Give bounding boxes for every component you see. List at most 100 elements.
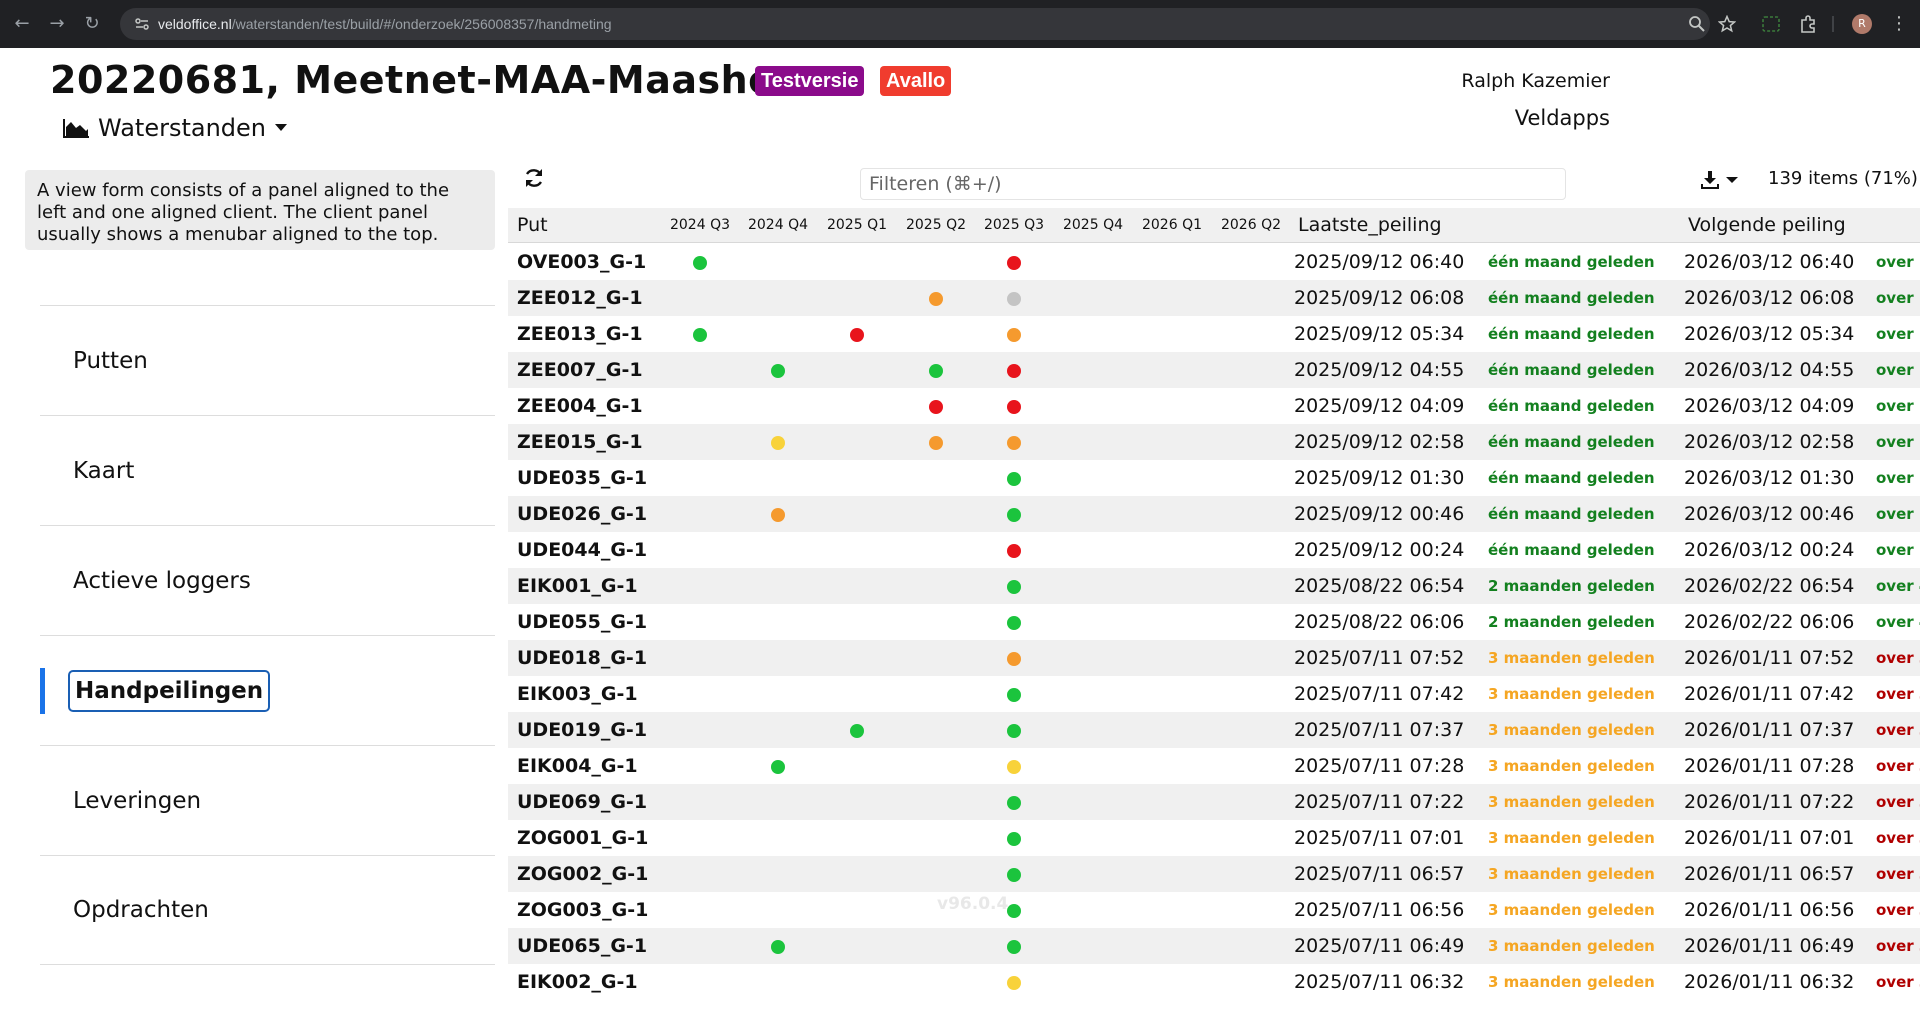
put-id-cell[interactable]: EIK003_G-1 (517, 676, 638, 712)
status-dot-green[interactable] (693, 256, 707, 270)
bookmark-star-icon[interactable] (1718, 15, 1736, 33)
table-row[interactable]: UDE026_G-1 2025/09/12 00:46 één maand gele… (508, 496, 1920, 532)
table-row[interactable]: EIK001_G-1 2025/08/22 06:54 2 maanden gele… (508, 568, 1920, 604)
column-header-put[interactable]: Put (517, 208, 548, 243)
extension-panel-icon[interactable] (1760, 13, 1782, 35)
table-row[interactable]: UDE018_G-1 2025/07/11 07:52 3 maanden gele… (508, 640, 1920, 676)
table-row[interactable]: UDE035_G-1 2025/09/12 01:30 één maand gele… (508, 460, 1920, 496)
column-header-quarter[interactable]: 2024 Q4 (740, 208, 816, 243)
module-dropdown[interactable]: Waterstanden (62, 112, 288, 144)
sidebar-item-leveringen[interactable]: Leveringen (40, 745, 495, 855)
address-bar[interactable]: veldoffice.nl/waterstanden/test/build/#/… (120, 8, 1736, 40)
status-dot-green[interactable] (1007, 508, 1021, 522)
put-id-cell[interactable]: ZEE004_G-1 (517, 388, 643, 424)
status-dot-yellow[interactable] (771, 436, 785, 450)
browser-menu-icon[interactable]: ⋮ (1890, 12, 1908, 36)
status-dot-green[interactable] (771, 760, 785, 774)
sidebar-item-kaart[interactable]: Kaart (40, 415, 495, 525)
table-row[interactable]: ZEE015_G-1 2025/09/12 02:58 één maand gele… (508, 424, 1920, 460)
status-dot-green[interactable] (771, 940, 785, 954)
put-id-cell[interactable]: ZEE007_G-1 (517, 352, 643, 388)
status-dot-green[interactable] (1007, 580, 1021, 594)
status-dot-green[interactable] (771, 364, 785, 378)
table-row[interactable]: ZOG001_G-1 2025/07/11 07:01 3 maanden gele… (508, 820, 1920, 856)
put-id-cell[interactable]: ZOG002_G-1 (517, 856, 648, 892)
status-dot-green[interactable] (1007, 724, 1021, 738)
put-id-cell[interactable]: UDE055_G-1 (517, 604, 647, 640)
column-header-quarter[interactable]: 2024 Q3 (662, 208, 738, 243)
status-dot-green[interactable] (1007, 832, 1021, 846)
status-dot-orange[interactable] (771, 508, 785, 522)
forward-icon[interactable]: → (45, 12, 69, 36)
extensions-puzzle-icon[interactable] (1797, 13, 1819, 35)
put-id-cell[interactable]: UDE035_G-1 (517, 460, 647, 496)
table-row[interactable]: UDE055_G-1 2025/08/22 06:06 2 maanden gele… (508, 604, 1920, 640)
put-id-cell[interactable]: ZEE015_G-1 (517, 424, 643, 460)
reload-icon[interactable]: ↻ (80, 12, 104, 36)
put-id-cell[interactable]: UDE019_G-1 (517, 712, 647, 748)
column-header-quarter[interactable]: 2025 Q4 (1055, 208, 1131, 243)
table-row[interactable]: EIK002_G-1 2025/07/11 06:32 3 maanden gele… (508, 964, 1920, 1000)
status-dot-red[interactable] (850, 328, 864, 342)
put-id-cell[interactable]: UDE069_G-1 (517, 784, 647, 820)
table-row[interactable]: UDE065_G-1 2025/07/11 06:49 3 maanden gele… (508, 928, 1920, 964)
profile-avatar[interactable]: R (1852, 14, 1872, 34)
put-id-cell[interactable]: UDE065_G-1 (517, 928, 647, 964)
table-row[interactable]: ZEE013_G-1 2025/09/12 05:34 één maand gele… (508, 316, 1920, 352)
zoom-icon[interactable] (1688, 15, 1706, 33)
company-name[interactable]: Veldapps (1515, 106, 1610, 130)
put-id-cell[interactable]: ZEE012_G-1 (517, 280, 643, 316)
column-header-quarter[interactable]: 2025 Q2 (898, 208, 974, 243)
sidebar-item-handpeilingen[interactable]: Handpeilingen (40, 635, 495, 745)
status-dot-red[interactable] (1007, 256, 1021, 270)
table-row[interactable]: UDE044_G-1 2025/09/12 00:24 één maand gele… (508, 532, 1920, 568)
status-dot-green[interactable] (1007, 904, 1021, 918)
table-row[interactable]: ZEE007_G-1 2025/09/12 04:55 één maand gele… (508, 352, 1920, 388)
column-header-last-reading[interactable]: Laatste_peiling (1298, 208, 1442, 243)
status-dot-red[interactable] (1007, 364, 1021, 378)
table-row[interactable]: ZEE004_G-1 2025/09/12 04:09 één maand gele… (508, 388, 1920, 424)
table-row[interactable]: EIK004_G-1 2025/07/11 07:28 3 maanden gele… (508, 748, 1920, 784)
table-row[interactable]: UDE019_G-1 2025/07/11 07:37 3 maanden gele… (508, 712, 1920, 748)
table-row[interactable]: EIK003_G-1 2025/07/11 07:42 3 maanden gele… (508, 676, 1920, 712)
status-dot-orange[interactable] (1007, 652, 1021, 666)
url-text[interactable]: veldoffice.nl/waterstanden/test/build/#/… (158, 8, 612, 40)
table-row[interactable]: ZOG002_G-1 2025/07/11 06:57 3 maanden gele… (508, 856, 1920, 892)
back-icon[interactable]: ← (10, 12, 34, 36)
put-id-cell[interactable]: UDE018_G-1 (517, 640, 647, 676)
put-id-cell[interactable]: EIK001_G-1 (517, 568, 638, 604)
sidebar-item-actieve-loggers[interactable]: Actieve loggers (40, 525, 495, 635)
status-dot-yellow[interactable] (1007, 760, 1021, 774)
download-button[interactable] (1700, 167, 1746, 193)
status-dot-green[interactable] (1007, 868, 1021, 882)
status-dot-green[interactable] (1007, 688, 1021, 702)
put-id-cell[interactable]: EIK002_G-1 (517, 964, 638, 1000)
status-dot-green[interactable] (1007, 940, 1021, 954)
site-settings-icon[interactable] (134, 16, 150, 32)
status-dot-red[interactable] (1007, 400, 1021, 414)
user-name[interactable]: Ralph Kazemier (1461, 70, 1610, 92)
put-id-cell[interactable]: ZOG003_G-1 (517, 892, 648, 928)
status-dot-yellow[interactable] (1007, 976, 1021, 990)
status-dot-green[interactable] (1007, 472, 1021, 486)
column-header-quarter[interactable]: 2025 Q1 (819, 208, 895, 243)
status-dot-green[interactable] (693, 328, 707, 342)
put-id-cell[interactable]: ZEE013_G-1 (517, 316, 643, 352)
column-header-quarter[interactable]: 2025 Q3 (976, 208, 1052, 243)
column-header-quarter[interactable]: 2026 Q2 (1213, 208, 1289, 243)
status-dot-orange[interactable] (929, 436, 943, 450)
sidebar-item-opdrachten[interactable]: Opdrachten (40, 855, 495, 965)
status-dot-gray[interactable] (1007, 292, 1021, 306)
status-dot-green[interactable] (1007, 616, 1021, 630)
status-dot-green[interactable] (1007, 796, 1021, 810)
column-header-next-reading[interactable]: Volgende peiling (1688, 208, 1846, 243)
status-dot-orange[interactable] (1007, 328, 1021, 342)
status-dot-green[interactable] (850, 724, 864, 738)
refresh-icon[interactable] (522, 166, 546, 190)
status-dot-green[interactable] (929, 364, 943, 378)
filter-input[interactable] (860, 168, 1566, 200)
status-dot-orange[interactable] (1007, 436, 1021, 450)
put-id-cell[interactable]: EIK004_G-1 (517, 748, 638, 784)
put-id-cell[interactable]: UDE044_G-1 (517, 532, 647, 568)
table-row[interactable]: ZEE012_G-1 2025/09/12 06:08 één maand gele… (508, 280, 1920, 316)
